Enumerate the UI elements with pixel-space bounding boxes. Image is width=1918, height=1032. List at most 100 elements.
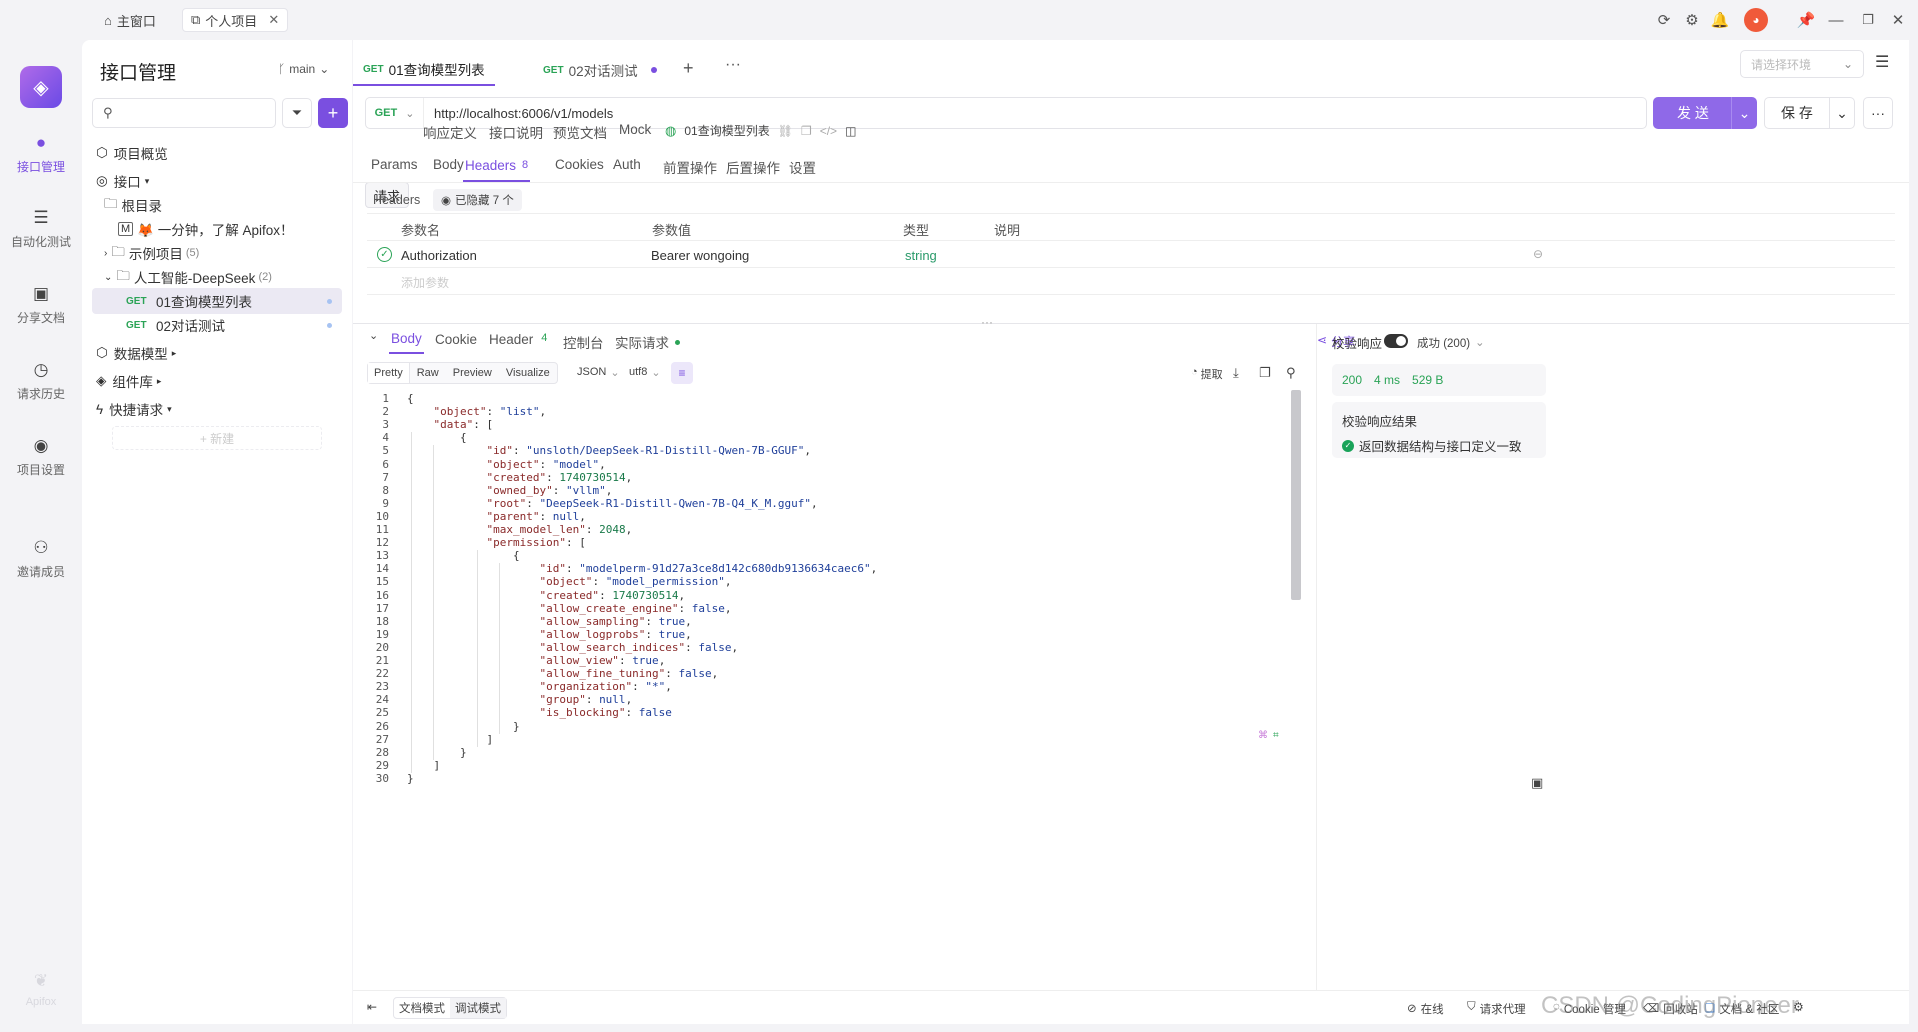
header-value-cell[interactable]: Bearer wongoing xyxy=(651,248,749,263)
table-view-icon[interactable]: ⌗ xyxy=(1273,730,1279,741)
resp-tab-actual-request[interactable]: 实际请求 xyxy=(615,332,680,352)
sidebar-item-quick[interactable]: ϟ 快捷请求 ▾ xyxy=(92,396,342,422)
tree-folder-examples[interactable]: › 🗀 示例项目 (5) xyxy=(104,240,342,266)
method-select[interactable]: GET ⌄ xyxy=(366,98,424,128)
close-window-icon[interactable]: ✕ xyxy=(1888,10,1908,30)
debug-mode-button[interactable]: 调试模式 xyxy=(450,998,506,1018)
mode-tab-response[interactable]: 响应定义 xyxy=(423,122,477,142)
menu-icon[interactable]: ☰ xyxy=(1875,52,1889,72)
avatar[interactable]: ◕ xyxy=(1744,8,1768,32)
collapse-icon[interactable]: ⌄ xyxy=(369,329,378,342)
remove-row-icon[interactable]: ⊖ xyxy=(1533,247,1543,261)
nav-project-settings[interactable]: ◉ 项目设置 xyxy=(0,435,82,478)
sidebar-item-models[interactable]: ⬡ 数据模型 ▸ xyxy=(92,340,342,366)
refresh-icon[interactable]: ⟳ xyxy=(1654,10,1674,30)
url-input[interactable]: http://localhost:6006/v1/models xyxy=(424,106,613,121)
nav-history[interactable]: ◷ 请求历史 xyxy=(0,359,82,402)
tree-folder-deepseek[interactable]: ⌄ 🗀 人工智能-DeepSeek (2) xyxy=(104,264,342,290)
wrap-toggle[interactable]: ≡ xyxy=(671,362,693,384)
resp-tab-cookie[interactable]: Cookie xyxy=(435,332,477,347)
online-status[interactable]: ⊘ 在线 xyxy=(1407,1001,1444,1017)
tree-root[interactable]: 🗀 根目录 xyxy=(104,192,342,218)
view-tab-pretty[interactable]: Pretty xyxy=(368,363,410,383)
new-quick-request-button[interactable]: + 新建 xyxy=(112,426,322,450)
tab-cookies[interactable]: Cookies xyxy=(555,157,604,172)
mode-tab-mock[interactable]: Mock xyxy=(619,122,651,137)
save-button[interactable]: 保 存 xyxy=(1764,97,1830,129)
send-options-button[interactable]: ⌄ xyxy=(1731,97,1757,129)
drag-handle-icon[interactable]: ··· xyxy=(981,315,993,329)
status-select[interactable]: 成功 (200) ⌄ xyxy=(1417,335,1485,351)
more-tabs-icon[interactable]: ··· xyxy=(725,56,741,74)
gear-icon[interactable]: ⚙ xyxy=(1682,10,1702,30)
expand-panel-icon[interactable]: ▣ xyxy=(1531,775,1543,791)
code-scrollbar[interactable] xyxy=(1291,390,1301,600)
save-options-button[interactable]: ⌄ xyxy=(1829,97,1855,129)
doc-mode-button[interactable]: 文档模式 xyxy=(394,998,450,1018)
nav-api-management[interactable]: ● 接口管理 xyxy=(0,132,82,175)
layout-icon[interactable]: ◫ xyxy=(845,124,856,138)
copy-icon[interactable]: ❐ xyxy=(1259,365,1271,381)
resp-tab-header[interactable]: Header 4 xyxy=(489,332,547,347)
environment-select[interactable]: 请选择环境 ⌄ xyxy=(1740,50,1864,78)
nav-invite[interactable]: ⚇ 邀请成员 xyxy=(0,537,82,580)
copy-icon[interactable]: ❐ xyxy=(801,124,812,138)
add-tab-button[interactable]: + xyxy=(683,58,694,79)
split-handle[interactable] xyxy=(353,323,1909,324)
tree-endpoint-models[interactable]: GET 01查询模型列表 xyxy=(92,288,342,314)
ai-helper-icon[interactable]: ⌘ xyxy=(1258,730,1268,741)
window-tab-home[interactable]: ⌂ 主窗口 xyxy=(96,8,164,32)
minimize-icon[interactable]: — xyxy=(1826,10,1846,30)
add-button[interactable]: + xyxy=(318,98,348,128)
response-code-view[interactable]: 1{2 "object": "list", 3 "data": [4 {5 "id… xyxy=(367,389,1303,1013)
nav-automation[interactable]: ☰ 自动化测试 xyxy=(0,207,82,250)
hidden-headers-toggle[interactable]: ◉ 已隐藏 7 个 xyxy=(433,189,522,211)
validate-toggle[interactable] xyxy=(1384,334,1408,348)
format-select[interactable]: JSON ⌄ xyxy=(577,366,620,379)
request-tab-2[interactable]: GET 02对话测试 xyxy=(533,54,667,86)
resp-tab-console[interactable]: 控制台 xyxy=(563,332,604,352)
filter-button[interactable]: ⏷ xyxy=(282,98,312,128)
header-name-cell[interactable]: Authorization xyxy=(401,248,477,263)
sidebar-item-apis[interactable]: ◎ 接口 ▾ xyxy=(92,168,342,194)
add-param-field[interactable]: 添加参数 xyxy=(401,274,449,291)
sidebar-item-components[interactable]: ◈ 组件库 ▸ xyxy=(92,368,342,394)
mode-tab-preview[interactable]: 预览文档 xyxy=(553,122,607,142)
resp-tab-body[interactable]: Body xyxy=(389,324,424,354)
tab-params[interactable]: Params xyxy=(371,157,418,172)
tree-endpoint-chat[interactable]: GET 02对话测试 xyxy=(92,312,342,338)
request-tab-1[interactable]: GET 01查询模型列表 xyxy=(353,54,495,86)
bell-icon[interactable]: 🔔 xyxy=(1710,10,1730,30)
view-tab-raw[interactable]: Raw xyxy=(410,367,446,379)
mode-tab-doc[interactable]: 接口说明 xyxy=(489,122,543,142)
header-type-cell[interactable]: string xyxy=(905,248,937,263)
pin-icon[interactable]: 📌 xyxy=(1796,10,1816,30)
tab-body[interactable]: Body xyxy=(433,157,464,172)
tab-settings[interactable]: 设置 xyxy=(789,157,816,177)
more-button[interactable]: ··· xyxy=(1863,97,1893,129)
search-icon[interactable]: ⚲ xyxy=(1286,365,1296,381)
view-tab-preview[interactable]: Preview xyxy=(446,367,499,379)
tab-post-actions[interactable]: 后置操作 xyxy=(726,157,780,177)
tab-auth[interactable]: Auth xyxy=(613,157,641,172)
close-icon[interactable]: ✕ xyxy=(268,12,279,28)
view-tab-visualize[interactable]: Visualize xyxy=(499,367,557,379)
enabled-checkbox[interactable]: ✓ xyxy=(377,247,392,262)
sidebar-item-overview[interactable]: ⬡ 项目概览 xyxy=(92,140,342,166)
collapse-sidebar-icon[interactable]: ⇤ xyxy=(367,1000,377,1014)
proxy-button[interactable]: ⛉ 请求代理 xyxy=(1467,1001,1526,1017)
download-icon[interactable]: ⤓ xyxy=(1233,365,1239,381)
search-input[interactable]: ⚲ xyxy=(92,98,276,128)
tab-headers[interactable]: Headers 8 xyxy=(463,150,531,182)
restore-icon[interactable]: ❐ xyxy=(1858,10,1878,30)
code-icon[interactable]: </> xyxy=(820,124,837,138)
window-tab-project[interactable]: ⧉ 个人项目 ✕ xyxy=(182,8,289,32)
link-icon[interactable]: ⛓ xyxy=(778,124,793,138)
branch-selector[interactable]: ᚴ main ⌄ xyxy=(278,62,329,76)
tab-pre-actions[interactable]: 前置操作 xyxy=(663,157,717,177)
tree-intro-doc[interactable]: M 🦊 一分钟，了解 Apifox！ xyxy=(118,216,342,242)
nav-share-docs[interactable]: ▣ 分享文档 xyxy=(0,283,82,326)
encoding-select[interactable]: utf8 ⌄ xyxy=(629,366,661,379)
send-button[interactable]: 发 送 xyxy=(1653,97,1733,129)
extract-button[interactable]: ◔ 提取 xyxy=(1191,366,1223,382)
